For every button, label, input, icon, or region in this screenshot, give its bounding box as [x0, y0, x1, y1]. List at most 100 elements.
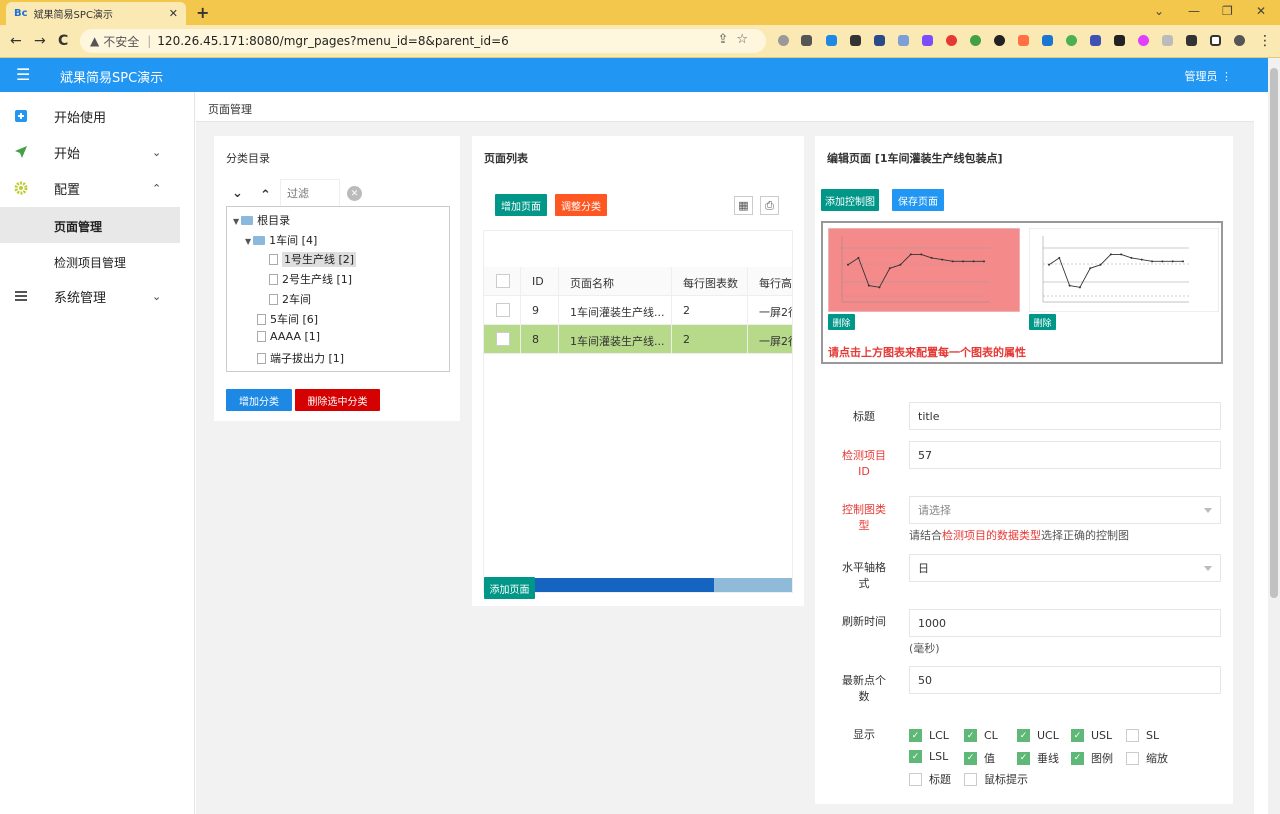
extension-icon[interactable] [898, 35, 909, 46]
sidebar-item-config[interactable]: 配置 ⌃ [0, 170, 180, 206]
tree-node[interactable]: ▼ 1车间 [4] [245, 232, 317, 248]
display-option-checkbox[interactable]: 缩放 [1126, 750, 1168, 766]
add-page-bottom-button[interactable]: 添加页面 [484, 577, 535, 599]
tree-node[interactable]: 2号生产线 [1] [269, 271, 352, 287]
display-option-checkbox[interactable]: ✓ USL [1071, 729, 1112, 742]
tree-node-selected[interactable]: 1号生产线 [2] [269, 251, 357, 267]
sidebar-item-system[interactable]: 系统管理 ⌄ [0, 278, 180, 314]
extension-icon[interactable] [946, 35, 957, 46]
extension-icon[interactable] [801, 35, 812, 46]
sidebar-item-label: 页面管理 [54, 220, 103, 234]
collapse-all-icon[interactable]: ⌃ [260, 188, 271, 203]
minimize-button[interactable]: — [1188, 4, 1200, 18]
tree-node[interactable]: 端子拔出力 [1] [257, 350, 344, 366]
chart-type-select[interactable]: 请选择 [909, 496, 1221, 524]
insecure-label: 不安全 [103, 34, 140, 49]
axis-format-select[interactable]: 日 [909, 554, 1221, 582]
browser-menu-icon[interactable]: ⋮ [1258, 33, 1272, 49]
restore-button[interactable]: ❐ [1222, 4, 1233, 18]
display-option-checkbox[interactable]: ✓ UCL [1017, 729, 1059, 742]
delete-category-button[interactable]: 删除选中分类 [295, 389, 380, 411]
display-option-checkbox[interactable]: ✓ 垂线 [1017, 750, 1059, 766]
display-option-checkbox[interactable]: SL [1126, 729, 1159, 742]
extension-icon[interactable] [994, 35, 1005, 46]
display-option-checkbox[interactable]: 鼠标提示 [964, 771, 1028, 787]
new-tab-button[interactable]: + [196, 3, 209, 22]
scrollbar-thumb[interactable] [1270, 68, 1278, 598]
forward-button[interactable]: → [34, 33, 46, 49]
adjust-category-button[interactable]: 调整分类 [555, 194, 607, 216]
extension-icon[interactable] [970, 35, 981, 46]
file-icon [257, 331, 266, 342]
user-menu[interactable]: 管理员 ⋮ [1185, 68, 1233, 84]
delete-chart-button[interactable]: 删除 [828, 314, 855, 330]
add-chart-button[interactable]: 添加控制图 [821, 189, 879, 211]
data-point [1120, 253, 1123, 256]
tree-node[interactable]: ▼ 根目录 [233, 212, 290, 228]
checkbox-checked-icon: ✓ [964, 729, 977, 742]
refresh-input[interactable]: 1000 [909, 609, 1221, 637]
sidebar-item-inspection-items[interactable]: 检测项目管理 [0, 243, 180, 279]
tree-node-label: 2号生产线 [1] [282, 273, 353, 286]
print-icon[interactable]: ⎙ [760, 196, 779, 215]
extension-icon[interactable] [1066, 35, 1077, 46]
add-page-button[interactable]: 增加页面 [495, 194, 547, 216]
display-option-checkbox[interactable]: ✓ CL [964, 729, 998, 742]
display-option-checkbox[interactable]: ✓ 图例 [1071, 750, 1113, 766]
share-icon[interactable]: ⇪ [717, 32, 736, 47]
save-page-button[interactable]: 保存页面 [892, 189, 944, 211]
display-option-checkbox[interactable]: ✓ LCL [909, 729, 949, 742]
row-checkbox[interactable] [496, 332, 510, 346]
chart-background [827, 227, 1021, 313]
add-category-button[interactable]: 增加分类 [226, 389, 292, 411]
data-point [1058, 256, 1061, 259]
extension-icon[interactable] [922, 35, 933, 46]
tree-node[interactable]: 2车间 [269, 291, 311, 307]
expand-all-icon[interactable]: ⌄ [232, 186, 243, 201]
points-input[interactable]: 50 [909, 666, 1221, 694]
sidebar-item-getting-started[interactable]: 开始使用 [0, 98, 180, 134]
page-scrollbar[interactable] [1268, 58, 1280, 814]
display-option-checkbox[interactable]: ✓ LSL [909, 750, 948, 763]
delete-chart-button[interactable]: 删除 [1029, 314, 1056, 330]
column-toggle-icon[interactable]: ▦ [734, 196, 753, 215]
reload-button[interactable]: C [58, 33, 68, 49]
display-option-checkbox[interactable]: 标题 [909, 771, 951, 787]
extension-icon[interactable] [1162, 35, 1173, 46]
puzzle-icon[interactable] [1186, 35, 1197, 46]
extension-icon[interactable] [850, 35, 861, 46]
tree-node[interactable]: 5车间 [6] [257, 311, 318, 327]
close-window-button[interactable]: ✕ [1256, 4, 1266, 18]
tab-search-icon[interactable]: ⌄ [1154, 4, 1164, 18]
item-id-input[interactable]: 57 [909, 441, 1221, 469]
browser-tab-bar: Bc 斌果简易SPC演示 ✕ + ⌄ — ❐ ✕ [0, 0, 1280, 25]
tab-close-icon[interactable]: ✕ [169, 7, 178, 20]
extension-icon[interactable] [1114, 35, 1125, 46]
bookmark-star-icon[interactable]: ☆ [736, 32, 756, 47]
tree-node[interactable]: AAAA [1] [257, 330, 320, 343]
filter-input[interactable] [280, 179, 340, 207]
extension-icon[interactable] [778, 35, 789, 46]
extension-icon[interactable] [1018, 35, 1029, 46]
back-button[interactable]: ← [10, 33, 22, 49]
extension-icon[interactable] [1042, 35, 1053, 46]
browser-tab[interactable]: Bc 斌果简易SPC演示 ✕ [6, 2, 186, 25]
extension-icon[interactable] [1138, 35, 1149, 46]
profile-icon[interactable] [1234, 35, 1245, 46]
extension-icon[interactable] [826, 35, 837, 46]
extension-icon[interactable] [1090, 35, 1101, 46]
clear-filter-icon[interactable]: ✕ [347, 186, 362, 201]
row-checkbox[interactable] [496, 303, 510, 317]
sidebar-item-start[interactable]: 开始 ⌄ [0, 134, 180, 170]
select-all-checkbox[interactable] [496, 274, 510, 288]
chart-preview-2[interactable] [1028, 227, 1220, 313]
extension-icon[interactable] [874, 35, 885, 46]
url-input[interactable]: ▲ 不安全 | 120.26.45.171:8080/mgr_pages?men… [80, 29, 766, 53]
title-input[interactable]: title [909, 402, 1221, 430]
side-panel-icon[interactable] [1210, 35, 1221, 46]
menu-toggle-icon[interactable]: ☰ [16, 65, 30, 84]
display-option-checkbox[interactable]: ✓ 值 [964, 750, 995, 766]
display-option-label: CL [984, 729, 998, 742]
sidebar-item-page-management[interactable]: 页面管理 [0, 207, 180, 243]
chart-preview-1[interactable] [827, 227, 1021, 313]
